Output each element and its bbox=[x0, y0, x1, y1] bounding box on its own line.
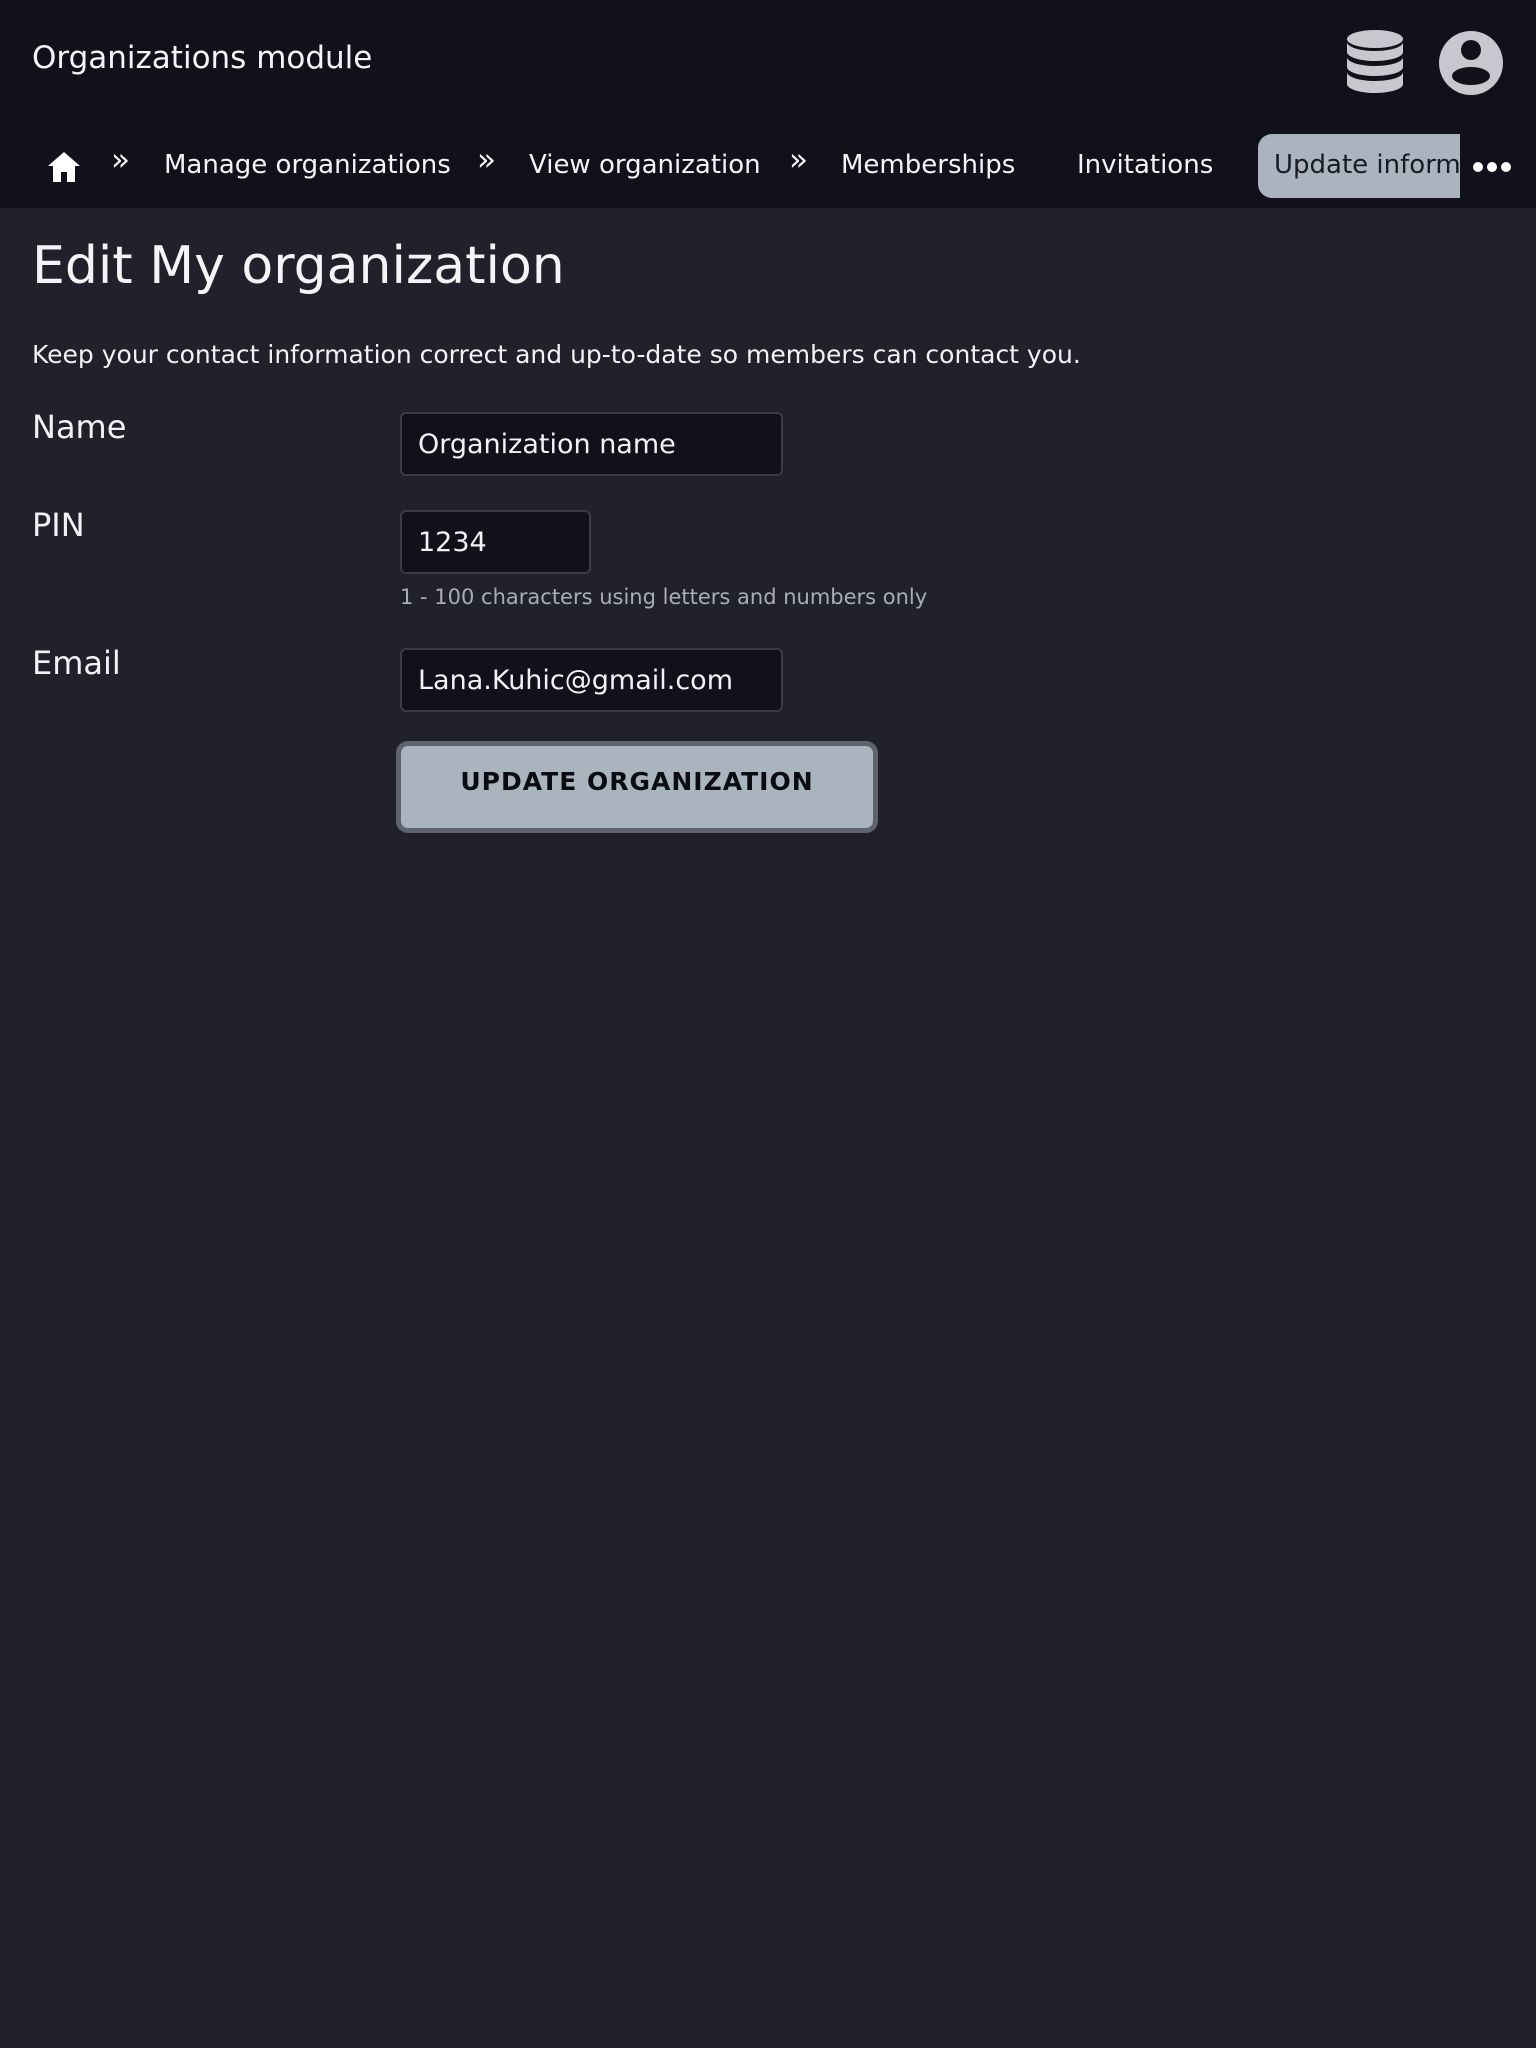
breadcrumb-separator: » bbox=[477, 142, 496, 178]
tab-update-information[interactable]: Update inform bbox=[1258, 134, 1460, 198]
account-circle-icon[interactable] bbox=[1438, 30, 1504, 96]
tab-memberships[interactable]: Memberships bbox=[841, 150, 1015, 180]
page-intro: Keep your contact information correct an… bbox=[32, 340, 1081, 369]
breadcrumb-separator: » bbox=[111, 142, 130, 178]
pin-label: PIN bbox=[32, 506, 85, 544]
update-organization-button[interactable]: UPDATE ORGANIZATION bbox=[396, 741, 878, 833]
name-input[interactable] bbox=[400, 412, 783, 476]
home-icon[interactable] bbox=[45, 148, 83, 186]
email-input[interactable] bbox=[400, 648, 783, 712]
page-title: Edit My organization bbox=[32, 236, 565, 296]
breadcrumb-manage-organizations[interactable]: Manage organizations bbox=[164, 150, 451, 180]
breadcrumb-view-organization[interactable]: View organization bbox=[529, 150, 761, 180]
pin-input[interactable] bbox=[400, 510, 591, 574]
pin-hint: 1 - 100 characters using letters and num… bbox=[400, 585, 928, 609]
email-label: Email bbox=[32, 644, 121, 682]
database-icon[interactable] bbox=[1345, 29, 1405, 99]
breadcrumb-separator: » bbox=[789, 142, 808, 178]
more-horizontal-icon[interactable] bbox=[1472, 155, 1512, 179]
breadcrumb: » Manage organizations » View organizati… bbox=[0, 130, 1536, 208]
app-title: Organizations module bbox=[32, 40, 373, 76]
top-bar: Organizations module bbox=[0, 0, 1536, 130]
name-label: Name bbox=[32, 408, 127, 446]
tab-invitations[interactable]: Invitations bbox=[1077, 150, 1213, 180]
tab-update-information-label: Update inform bbox=[1274, 150, 1460, 180]
